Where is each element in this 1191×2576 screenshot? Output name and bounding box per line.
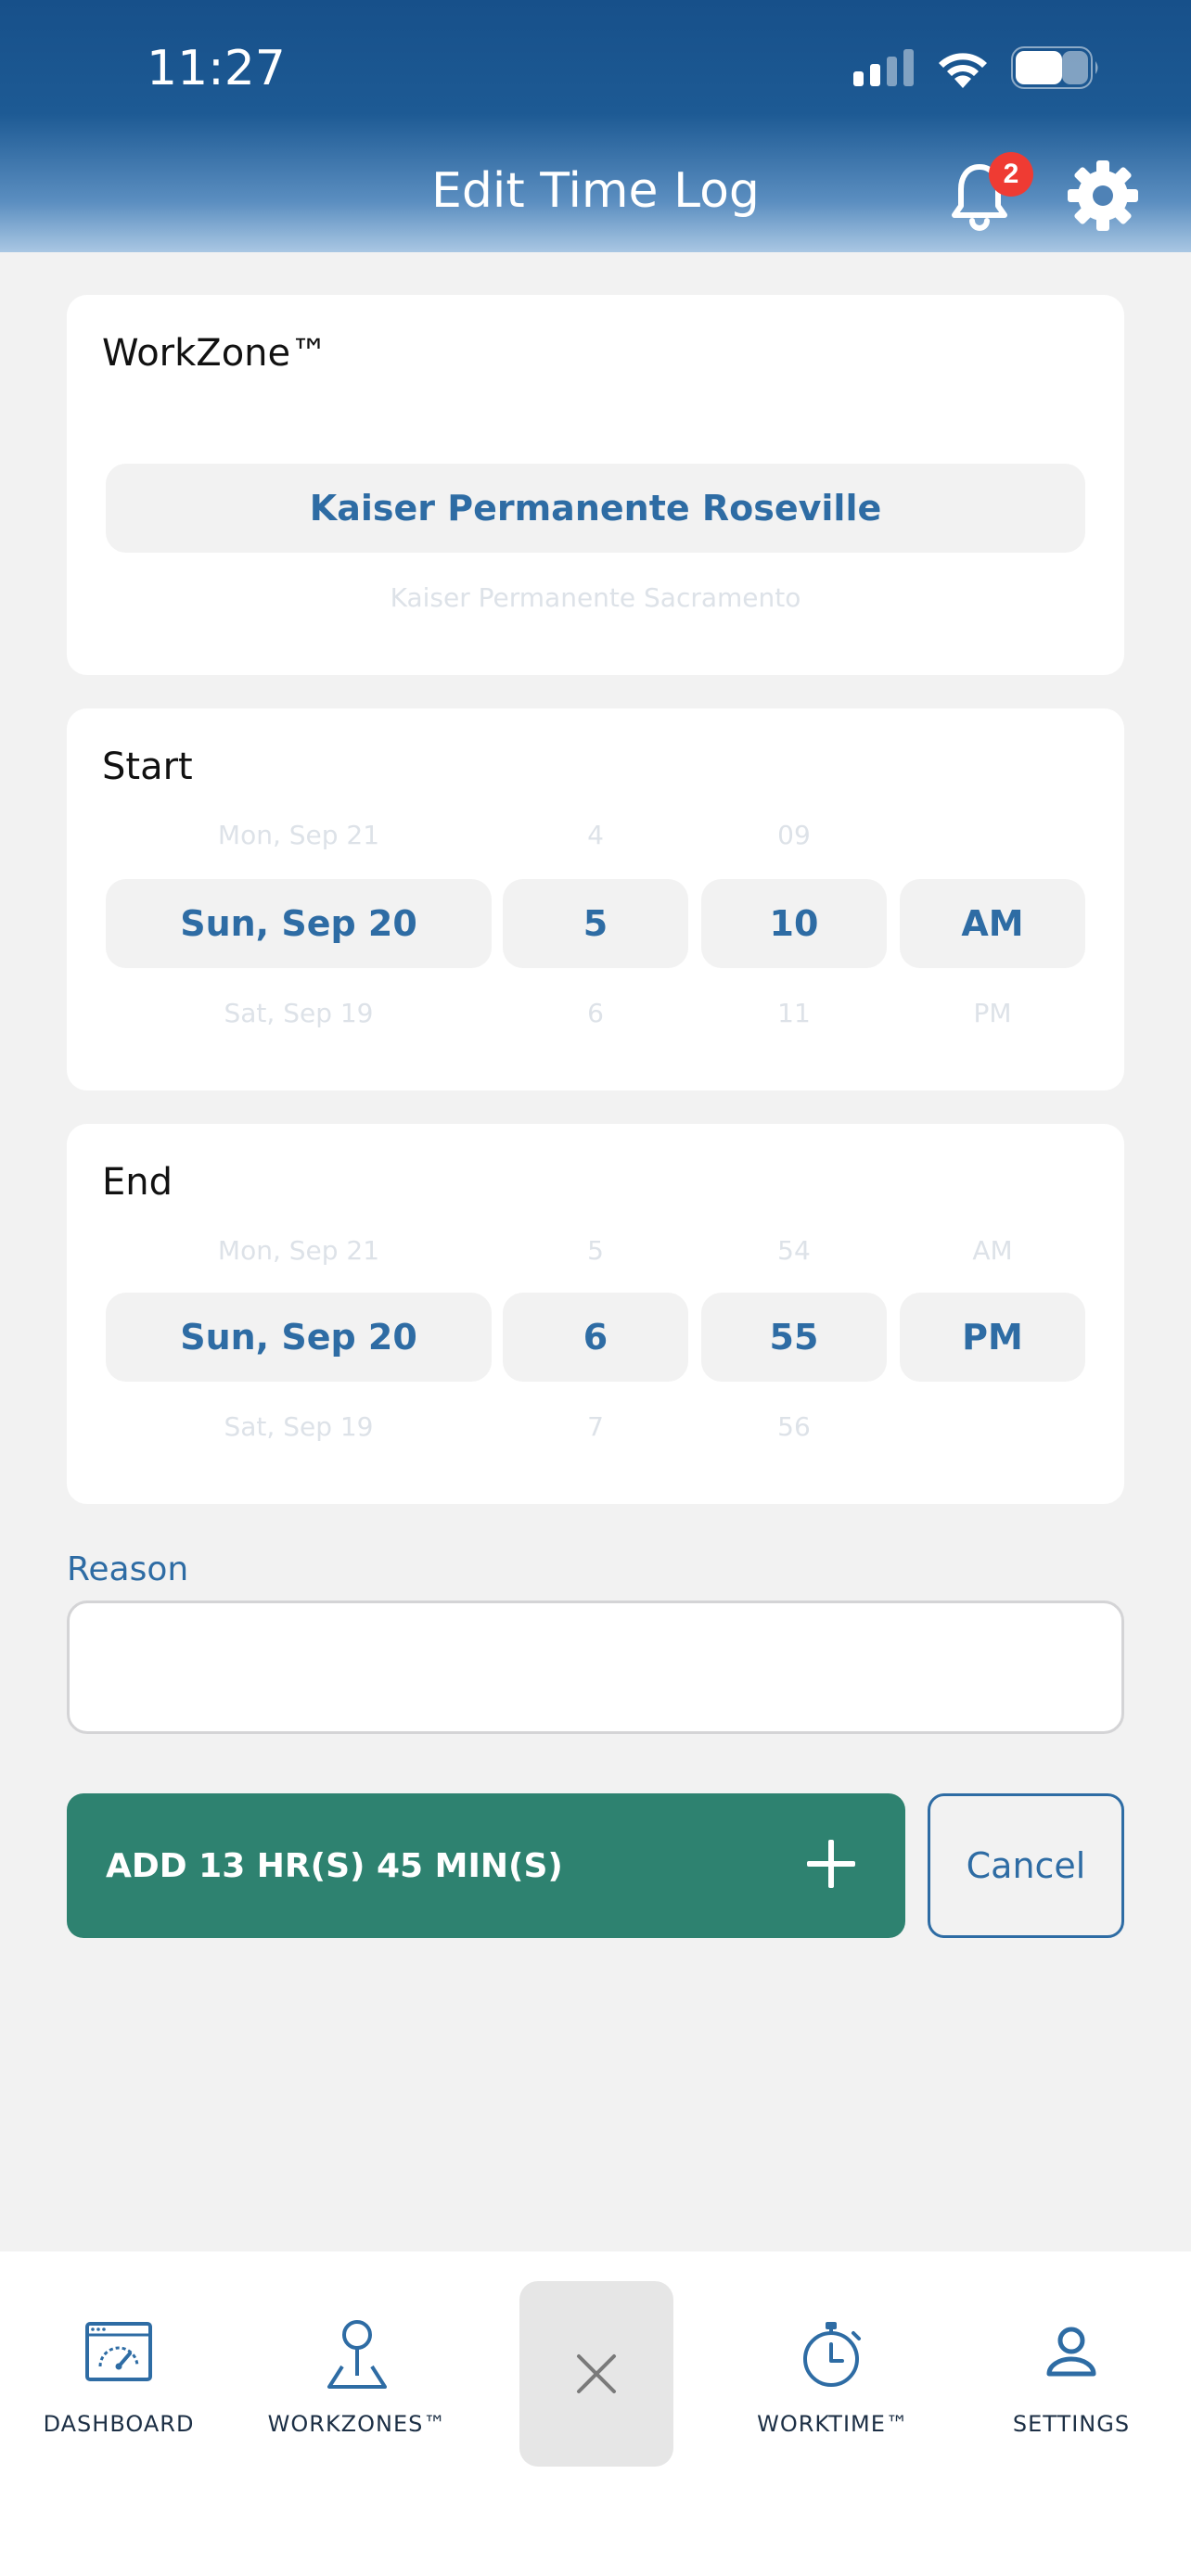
- start-minute-above[interactable]: 09: [701, 820, 887, 850]
- start-hour-above[interactable]: 4: [503, 820, 688, 850]
- battery-icon: [1011, 46, 1098, 89]
- start-date-below[interactable]: Sat, Sep 19: [106, 998, 492, 1028]
- cancel-button[interactable]: Cancel: [928, 1793, 1124, 1938]
- status-icons: [853, 46, 1102, 89]
- tab-workzones[interactable]: WORKZONES™: [255, 2316, 459, 2437]
- reason-label: Reason: [67, 1550, 189, 1588]
- end-date-above[interactable]: Mon, Sep 21: [106, 1235, 492, 1266]
- end-date-picker[interactable]: Sun, Sep 20: [106, 1293, 492, 1382]
- notification-badge: 2: [989, 152, 1033, 197]
- end-minute-below[interactable]: 56: [701, 1411, 887, 1442]
- close-icon: [577, 2354, 616, 2393]
- close-menu-button[interactable]: [519, 2281, 673, 2467]
- status-time: 11:27: [147, 41, 286, 96]
- start-date-picker[interactable]: Sun, Sep 20: [106, 879, 492, 968]
- start-card: Start Mon, Sep 21 4 09 Sun, Sep 20 5 10 …: [67, 708, 1124, 1090]
- end-hour-above[interactable]: 5: [503, 1235, 688, 1266]
- add-time-button[interactable]: ADD 13 HR(S) 45 MIN(S): [67, 1793, 905, 1938]
- start-minute-picker[interactable]: 10: [701, 879, 887, 968]
- start-ampm-below[interactable]: PM: [900, 998, 1085, 1028]
- end-minute-picker[interactable]: 55: [701, 1293, 887, 1382]
- user-icon: [1046, 2327, 1096, 2377]
- cellular-signal-icon: [853, 49, 914, 86]
- reason-input[interactable]: [67, 1600, 1124, 1734]
- tab-bar: DASHBOARD WORKZONES™ WORKTIME™ SETTINGS: [0, 2251, 1191, 2576]
- end-title: End: [102, 1161, 173, 1204]
- workzone-title: WorkZone™: [102, 332, 328, 375]
- end-card: End Mon, Sep 21 5 54 AM Sun, Sep 20 6 55…: [67, 1124, 1124, 1504]
- workzone-option[interactable]: Kaiser Permanente Sacramento: [106, 582, 1085, 613]
- start-hour-picker[interactable]: 5: [503, 879, 688, 968]
- start-title: Start: [102, 746, 193, 788]
- add-time-label: ADD 13 HR(S) 45 MIN(S): [106, 1846, 563, 1885]
- tab-dashboard-label: DASHBOARD: [43, 2411, 195, 2437]
- end-ampm-above[interactable]: AM: [900, 1235, 1085, 1266]
- plus-icon: [807, 1840, 855, 1888]
- dashboard-icon: [85, 2322, 152, 2381]
- start-ampm-picker[interactable]: AM: [900, 879, 1085, 968]
- end-ampm-picker[interactable]: PM: [900, 1293, 1085, 1382]
- end-date-below[interactable]: Sat, Sep 19: [106, 1411, 492, 1442]
- tab-worktime-label: WORKTIME™: [757, 2411, 909, 2437]
- tab-settings[interactable]: SETTINGS: [969, 2316, 1173, 2437]
- stopwatch-icon: [803, 2322, 861, 2387]
- workzone-selected[interactable]: Kaiser Permanente Roseville: [106, 464, 1085, 553]
- start-hour-below[interactable]: 6: [503, 998, 688, 1028]
- app-header: 11:27 Edit Time Log 2: [0, 0, 1191, 252]
- start-minute-below[interactable]: 11: [701, 998, 887, 1028]
- end-hour-picker[interactable]: 6: [503, 1293, 688, 1382]
- tab-settings-label: SETTINGS: [1012, 2411, 1131, 2437]
- end-hour-below[interactable]: 7: [503, 1411, 688, 1442]
- tab-worktime[interactable]: WORKTIME™: [731, 2316, 935, 2437]
- map-pin-icon: [327, 2320, 387, 2389]
- workzone-card: WorkZone™ Kaiser Permanente Roseville Ka…: [67, 295, 1124, 675]
- gear-icon[interactable]: [1067, 159, 1139, 232]
- end-minute-above[interactable]: 54: [701, 1235, 887, 1266]
- tab-workzones-label: WORKZONES™: [267, 2411, 447, 2437]
- start-date-above[interactable]: Mon, Sep 21: [106, 820, 492, 850]
- tab-dashboard[interactable]: DASHBOARD: [17, 2316, 221, 2437]
- wifi-icon: [939, 53, 987, 88]
